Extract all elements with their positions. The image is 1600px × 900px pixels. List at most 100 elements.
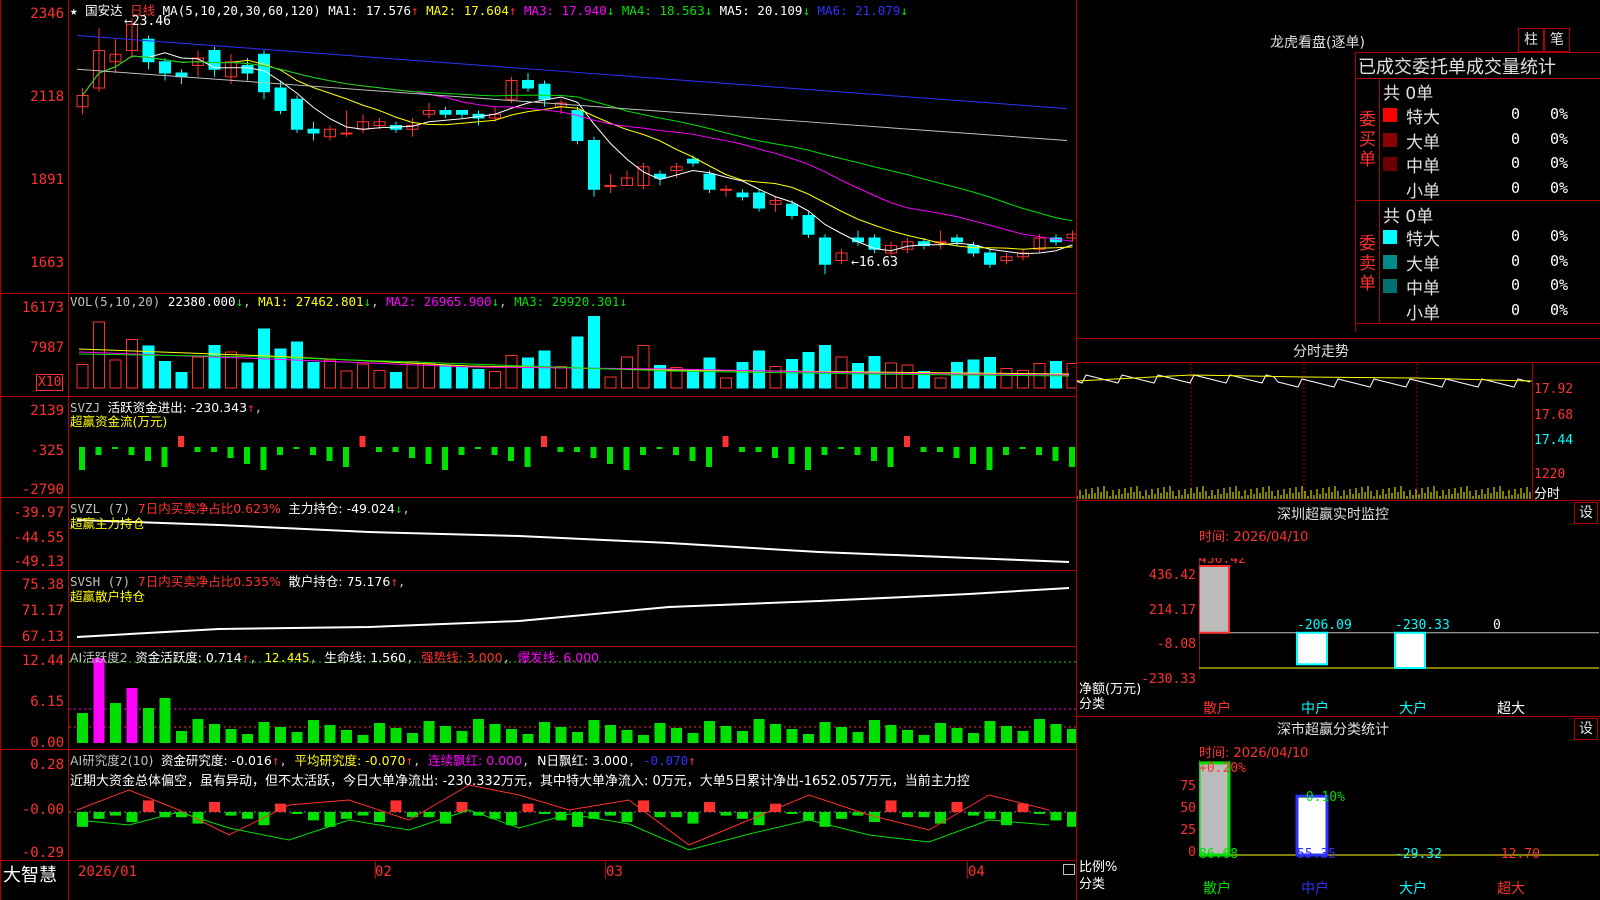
research-bar — [291, 812, 303, 814]
volume-bar — [192, 356, 204, 389]
ai-research-note: 近期大资金总体偏空，虽有异动，但不太活跃，今日大单净流出: -230.332万元… — [70, 774, 970, 789]
sh-y-label: 50 — [1180, 801, 1196, 816]
volume-bar — [489, 371, 501, 389]
candle — [142, 38, 155, 63]
activity-bar — [506, 729, 517, 743]
flow-bar — [887, 447, 894, 467]
svsh-subtitle: 超赢散户持仓 — [70, 589, 146, 604]
star-icon[interactable]: ★ — [70, 3, 78, 18]
ai-active-legend: AI活跃度2 资金活跃度: 0.714↑, 12.445, 生命线: 1.560… — [70, 650, 600, 665]
tick-mode-button[interactable]: 笔 — [1544, 28, 1570, 52]
sz-net-chart[interactable]: 436.42 -206.09 -230.33 0 — [1199, 558, 1599, 693]
activity-bar — [836, 727, 847, 743]
flow-bar — [953, 447, 960, 458]
research-bar — [951, 802, 963, 812]
ma1-value: MA1: 17.576 — [328, 3, 412, 18]
volume-bar — [76, 364, 89, 389]
intraday-chart[interactable] — [1077, 363, 1533, 501]
sh-ratio-chart[interactable]: 86.68 55.35 -29.32 -12.70 — [1199, 760, 1599, 860]
activity-bar — [242, 734, 253, 743]
sh-bar-value: -29.32 — [1395, 847, 1442, 860]
flow-bar — [722, 436, 729, 447]
volume-bar — [307, 362, 320, 389]
ai-research-last: -0.070 — [642, 753, 689, 768]
activity-bar — [473, 719, 484, 743]
flow-bar — [541, 436, 547, 447]
volume-bar — [522, 357, 534, 389]
volume-bar — [852, 363, 864, 389]
order-row-count: 0 — [1510, 178, 1520, 197]
flow-bar — [260, 447, 267, 470]
activity-bar — [803, 734, 814, 743]
activity-bar — [357, 735, 369, 743]
arrow-up-icon: ↑ — [405, 753, 413, 768]
sh-y-label: 25 — [1180, 823, 1196, 838]
research-bar — [308, 812, 319, 821]
low-mark: ←16.63 — [851, 255, 898, 270]
research-bar — [1034, 812, 1045, 814]
order-row-count: 0 — [1510, 129, 1520, 148]
research-bar — [737, 812, 748, 819]
flow-bar — [524, 447, 531, 467]
volume-bar — [159, 361, 171, 389]
research-bar — [720, 812, 732, 816]
research-bar — [885, 800, 897, 812]
candle — [291, 98, 303, 130]
order-row-percent: 0% — [1549, 154, 1568, 172]
vol-name: VOL(5,10,20) — [70, 294, 161, 309]
svsh-y-label: 67.13 — [21, 629, 64, 645]
volume-bar — [604, 376, 617, 389]
ai-research-legend: AI研究度2(10) 资金研究度: -0.016↑, 平均研究度: -0.070… — [70, 753, 696, 768]
price-y-label: 2346 — [30, 6, 64, 22]
research-bar — [126, 812, 138, 822]
volume-bar — [901, 364, 914, 389]
candle — [604, 185, 617, 187]
volume-bar — [786, 359, 798, 389]
svzl-y-label: -39.97 — [13, 505, 64, 521]
bar-mode-button[interactable]: 柱 — [1518, 28, 1544, 52]
research-bar — [423, 812, 435, 818]
svzj-y-label: -325 — [30, 443, 64, 459]
sh-top-label: +0.20% — [1199, 761, 1246, 776]
activity-bar — [143, 708, 154, 743]
activity-bar — [1067, 729, 1076, 743]
arrow-up-icon: ↑ — [247, 400, 255, 415]
activity-bar — [869, 720, 880, 743]
volume-bar — [126, 339, 138, 389]
flow-bar — [194, 447, 201, 452]
flow-bar — [95, 447, 102, 455]
price-panel[interactable] — [69, 0, 1076, 293]
volume-chart[interactable] — [69, 294, 1076, 396]
candlestick-chart[interactable] — [69, 0, 1076, 293]
volume-bar — [456, 367, 468, 389]
flow-bar — [161, 447, 168, 467]
research-bar — [935, 812, 946, 824]
volume-bar — [621, 356, 633, 389]
flow-bar — [508, 447, 514, 461]
candle — [868, 237, 881, 250]
activity-bar — [654, 723, 666, 743]
research-bar — [225, 812, 237, 816]
volume-bar — [505, 355, 518, 389]
brand-logo[interactable]: 大智慧 — [3, 861, 57, 887]
candle — [522, 80, 534, 89]
flow-bar — [293, 447, 300, 449]
volume-bar — [885, 362, 897, 389]
intraday-vol-label: 1220 — [1534, 467, 1566, 482]
volume-bar — [538, 350, 551, 389]
ai-research-nday: N日飘红: 3.000 — [537, 753, 628, 768]
flow-bar — [854, 447, 861, 455]
flow-bar — [1003, 447, 1009, 455]
volume-bar — [373, 370, 386, 389]
svsh-ratio: 7日内买卖净占比0.535% — [137, 574, 281, 589]
sh-settings-button[interactable]: 设 — [1574, 718, 1598, 740]
volume-bar — [703, 357, 716, 389]
ai-active-val2: 12.445 — [264, 650, 310, 665]
intraday-y-label: 17.92 — [1534, 382, 1574, 397]
price-legend: ★ 国安达 日线 MA(5,10,20,30,60,120) MA1: 17.5… — [70, 0, 908, 19]
lock-icon[interactable] — [1063, 864, 1075, 875]
order-row-percent: 0% — [1549, 105, 1568, 123]
candle — [703, 173, 716, 190]
sz-settings-button[interactable]: 设 — [1574, 502, 1598, 524]
volume-bar — [291, 341, 303, 389]
